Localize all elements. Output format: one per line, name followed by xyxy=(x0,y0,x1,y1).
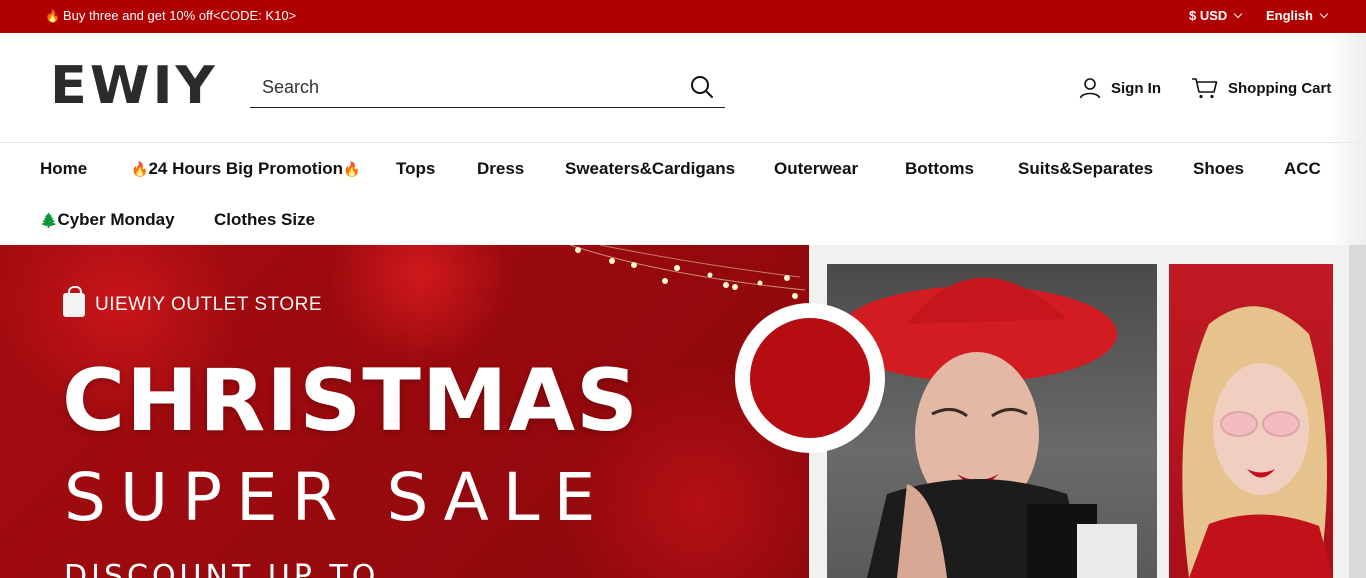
shopping-bag-icon xyxy=(63,286,85,317)
currency-selector[interactable]: $ USD xyxy=(1189,8,1243,23)
hero-subtitle: SUPER SALE xyxy=(64,459,610,536)
promo-text: Buy three and get 10% off<CODE: K10> xyxy=(62,8,297,23)
language-label: English xyxy=(1266,8,1313,23)
nav-item-bottoms[interactable]: Bottoms xyxy=(905,159,974,179)
chevron-down-icon xyxy=(1234,9,1243,18)
nav-item-cyber-monday[interactable]: 🌲Cyber Monday xyxy=(40,210,175,230)
nav-label: Tops xyxy=(396,159,436,178)
nav-item-tops[interactable]: Tops xyxy=(396,159,435,179)
nav-item-shoes[interactable]: Shoes xyxy=(1193,159,1244,179)
nav-label: ACC xyxy=(1284,159,1321,178)
flame-icon: 🔥 xyxy=(343,161,361,177)
nav-item-outerwear[interactable]: Outerwear xyxy=(774,159,858,179)
nav-item-clothes-size[interactable]: Clothes Size xyxy=(214,210,315,230)
sign-in-link[interactable]: Sign In xyxy=(1079,77,1161,99)
currency-label: $ USD xyxy=(1189,8,1228,23)
cart-label: Shopping Cart xyxy=(1228,79,1332,97)
nav-label: Suits&Separates xyxy=(1018,159,1154,178)
language-selector[interactable]: English xyxy=(1266,8,1329,23)
nav-label: Home xyxy=(40,159,88,178)
announcement-bar: 🔥 Buy three and get 10% off<CODE: K10> $ … xyxy=(0,0,1366,33)
nav-label: Sweaters&Cardigans xyxy=(565,159,736,178)
hero-title: CHRISTMAS xyxy=(62,351,639,451)
nav-label: Cyber Monday xyxy=(57,210,175,229)
hero-discount-text: DISCOUNT UP TO xyxy=(64,559,380,578)
search-input[interactable] xyxy=(262,72,682,102)
logo[interactable]: EWIY xyxy=(50,56,218,116)
shopping-cart-link[interactable]: Shopping Cart xyxy=(1191,77,1331,99)
nav-label: Dress xyxy=(477,159,525,178)
cart-icon xyxy=(1192,78,1218,99)
model-photo-red-hat xyxy=(827,264,1157,578)
hero-discount-badge-inner xyxy=(750,318,870,438)
nav-label: Clothes Size xyxy=(214,210,316,229)
flame-icon: 🔥 xyxy=(45,9,60,23)
model-photo-sunglasses xyxy=(1169,264,1333,578)
flame-icon: 🔥 xyxy=(131,161,149,177)
nav-label: Shoes xyxy=(1193,159,1245,178)
sign-in-label: Sign In xyxy=(1111,79,1161,97)
main-nav: Home 🔥24 Hours Big Promotion🔥 Tops Dress… xyxy=(0,143,1366,245)
nav-item-home[interactable]: Home xyxy=(40,159,87,179)
site-header: EWIY Sign In Shopping Cart xyxy=(0,33,1366,143)
christmas-tree-icon: 🌲 xyxy=(40,212,58,228)
nav-label: Outerwear xyxy=(774,159,859,178)
model-illustration xyxy=(1182,306,1333,578)
nav-item-dress[interactable]: Dress xyxy=(477,159,524,179)
model-illustration xyxy=(837,277,1137,578)
promo-banner[interactable]: 🔥 Buy three and get 10% off<CODE: K10> xyxy=(45,8,296,23)
store-brand: UIEWIY OUTLET STORE xyxy=(63,286,322,317)
hero-red-panel: UIEWIY OUTLET STORE CHRISTMAS SUPER SALE… xyxy=(0,245,809,578)
store-name: UIEWIY OUTLET STORE xyxy=(95,294,322,315)
nav-item-acc[interactable]: ACC xyxy=(1284,159,1321,179)
nav-label: Bottoms xyxy=(905,159,974,178)
nav-item-suits-separates[interactable]: Suits&Separates xyxy=(1018,159,1153,179)
nav-label: 24 Hours Big Promotion xyxy=(148,159,344,178)
search-bar xyxy=(250,66,725,108)
search-icon[interactable] xyxy=(689,74,715,100)
nav-item-24-hours-promotion[interactable]: 🔥24 Hours Big Promotion🔥 xyxy=(131,159,360,179)
user-icon xyxy=(1079,78,1101,99)
chevron-down-icon xyxy=(1319,9,1329,18)
hero-banner[interactable]: UIEWIY OUTLET STORE CHRISTMAS SUPER SALE… xyxy=(0,245,1366,578)
nav-item-sweaters-cardigans[interactable]: Sweaters&Cardigans xyxy=(565,159,735,179)
page-scrollbar[interactable] xyxy=(1349,245,1366,578)
